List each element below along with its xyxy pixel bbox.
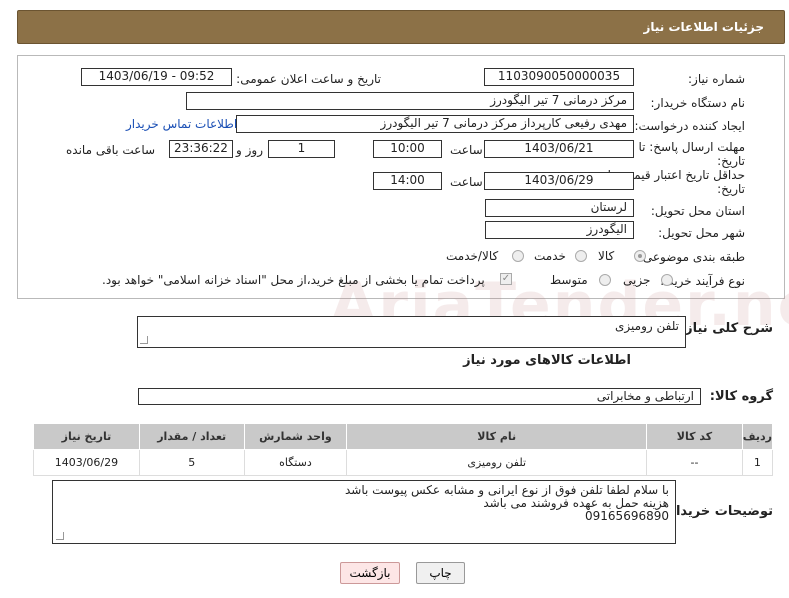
page-header: جزئیات اطلاعات نیاز [17,10,785,44]
back-button[interactable]: بازگشت [340,562,400,584]
validity-time-label: ساعت [450,175,483,189]
payment-note: پرداخت تمام یا بخشی از مبلغ خرید،از محل … [102,273,485,287]
province-field: لرستان [485,199,634,217]
creator-label: ایجاد کننده درخواست: [634,119,745,133]
print-button[interactable]: چاپ [416,562,465,584]
col-need-date: تاریخ نیاز [33,423,140,450]
category-option-goods: کالا [598,249,615,263]
category-radio-goods[interactable] [634,250,646,262]
deadline-time-field: 10:00 [373,140,442,158]
table-header-row: ردیف کد کالا نام کالا واحد شمارش تعداد /… [33,423,774,450]
validity-time-field: 14:00 [373,172,442,190]
process-option-medium: متوسط [550,273,588,287]
treasury-checkbox[interactable]: ✓ [500,273,512,285]
col-goods-name: نام کالا [346,423,648,450]
col-row-number: ردیف [741,423,774,450]
process-radio-medium[interactable] [599,274,611,286]
remaining-label: ساعت باقی مانده [66,143,156,157]
buyer-notes-label: توضیحات خریدار: [663,504,773,519]
buyer-notes-line: 09165696890 [585,509,669,523]
buyer-notes-field: با سلام لطفا تلفن فوق از نوع ایرانی و مش… [52,480,676,544]
description-label: شرح کلی نیاز: [679,321,773,336]
deadline-time-label: ساعت [450,143,483,157]
cell-row-number: 1 [741,449,774,476]
announce-field: 1403/06/19 - 09:52 [81,68,232,86]
page-title: جزئیات اطلاعات نیاز [643,20,764,34]
col-goods-code: کد کالا [646,423,743,450]
deadline-date-field: 1403/06/21 [484,140,634,158]
cell-goods-code: -- [646,449,743,476]
col-unit: واحد شمارش [243,423,348,450]
city-field: الیگودرز [485,221,634,239]
cell-quantity: 5 [138,449,245,476]
validity-date-field: 1403/06/29 [484,172,634,190]
cell-unit: دستگاه [243,449,348,476]
process-radio-minor[interactable] [661,274,673,286]
goods-table: ردیف کد کالا نام کالا واحد شمارش تعداد /… [33,423,774,476]
category-radio-goods-service[interactable] [512,250,524,262]
process-option-minor: جزیی [623,273,651,287]
days-label: روز و [236,143,263,157]
province-label: استان محل تحویل: [650,204,745,218]
announce-label: تاریخ و ساعت اعلان عمومی: [236,72,381,86]
creator-field: مهدی رفیعی کارپرداز مرکز درمانی 7 تیر ال… [236,115,634,133]
category-radio-service[interactable] [575,250,587,262]
buyer-contact-link[interactable]: اطلاعات تماس خریدار [126,117,237,131]
cell-need-date: 1403/06/29 [33,449,140,476]
goods-group-field: ارتباطی و مخابراتی [138,388,701,405]
need-number-label: شماره نیاز: [688,72,745,86]
category-option-service: خدمت [534,249,566,263]
city-label: شهر محل تحویل: [658,226,745,240]
resize-handle-icon[interactable] [140,336,148,344]
need-number-field: 1103090050000035 [484,68,634,86]
goods-group-label: گروه کالا: [709,389,773,404]
deadline-label: مهلت ارسال پاسخ: تا [638,140,745,154]
goods-section-title: اطلاعات کالاهای مورد نیاز [463,353,631,368]
table-row: 1 -- تلفن رومیزی دستگاه 5 1403/06/29 [33,449,774,476]
category-label: طبقه بندی موضوعی: [638,250,745,264]
description-field: تلفن رومیزی [137,316,686,348]
col-quantity: تعداد / مقدار [138,423,245,450]
buyer-org-field: مرکز درمانی 7 تیر الیگودرز [186,92,634,110]
validity-date-label: تاریخ: [717,182,745,196]
cell-goods-name: تلفن رومیزی [346,449,648,476]
category-option-goods-service: کالا/خدمت [446,249,499,263]
deadline-date-label: تاریخ: [717,154,745,168]
buyer-notes-line: هزینه حمل به عهده فروشند می باشد [483,496,669,510]
days-remaining-field: 1 [268,140,335,158]
resize-handle-icon[interactable] [56,532,64,540]
buyer-org-label: نام دستگاه خریدار: [650,96,746,110]
remaining-time-field: 23:36:22 [169,140,233,158]
